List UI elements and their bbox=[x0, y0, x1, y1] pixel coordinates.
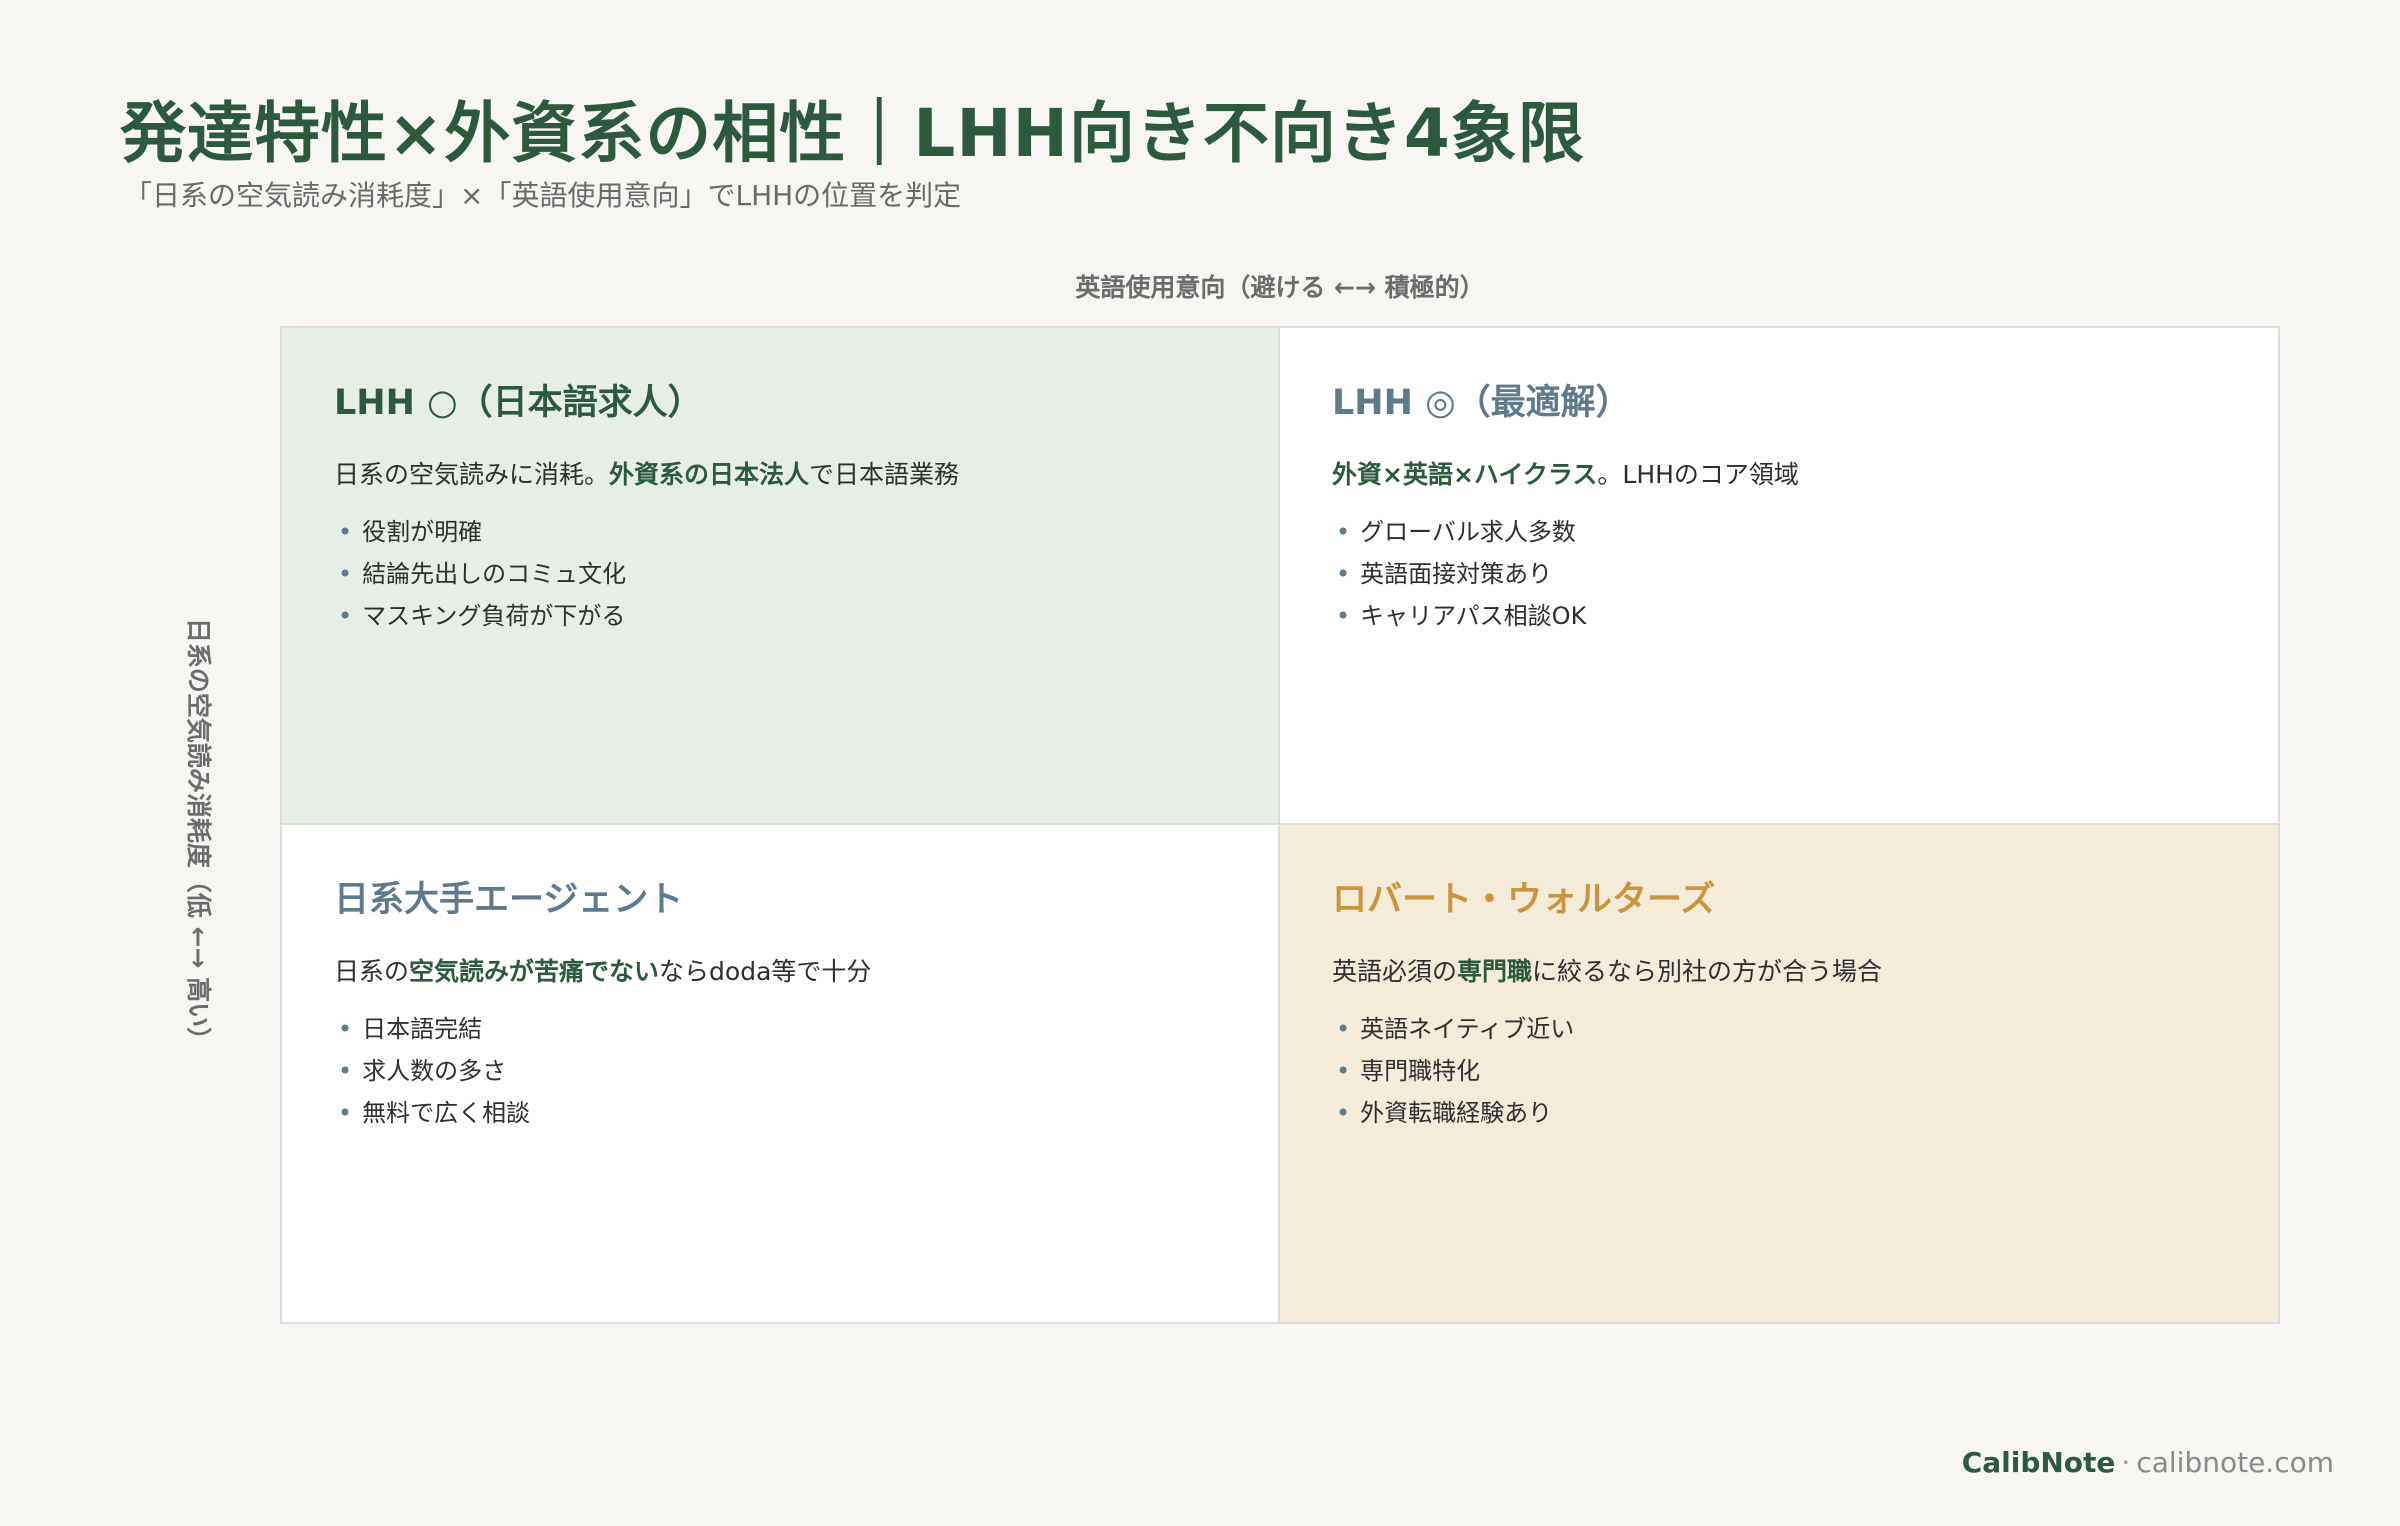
list-item: 英語面接対策あり bbox=[1332, 553, 2226, 595]
y-axis-label: 日系の空気読み消耗度（低 ←→ 高い） bbox=[184, 617, 213, 1053]
page-title: 発達特性×外資系の相性｜LHH向き不向き4象限 bbox=[120, 95, 1585, 172]
desc-text: 。LHHのコア領域 bbox=[1597, 460, 1799, 489]
quadrant-bottom-left: 日系大手エージェント 日系の空気読みが苦痛でないならdoda等で十分 日本語完結… bbox=[282, 825, 1280, 1322]
desc-highlight: 空気読みが苦痛でない bbox=[409, 957, 660, 986]
list-item: マスキング負荷が下がる bbox=[334, 595, 1226, 637]
desc-text: 英語必須の bbox=[1332, 957, 1458, 986]
quadrant-title: 日系大手エージェント bbox=[334, 880, 684, 920]
site-url: calibnote.com bbox=[2136, 1446, 2334, 1479]
desc-text: 日系の bbox=[334, 957, 410, 986]
desc-text: で日本語業務 bbox=[809, 460, 960, 489]
list-item: 無料で広く相談 bbox=[334, 1092, 1226, 1134]
list-item: 求人数の多さ bbox=[334, 1050, 1226, 1092]
brand-name: CalibNote bbox=[1961, 1446, 2116, 1479]
bullet-list: 英語ネイティブ近い 専門職特化 外資転職経験あり bbox=[1332, 1008, 2226, 1134]
desc-highlight: 外資系の日本法人 bbox=[609, 460, 810, 489]
separator: · bbox=[2121, 1446, 2131, 1479]
quadrant-description: 日系の空気読みが苦痛でないならdoda等で十分 bbox=[334, 952, 1226, 988]
list-item: グローバル求人多数 bbox=[1332, 511, 2226, 553]
quadrant-top-right: LHH ◎（最適解） 外資×英語×ハイクラス。LHHのコア領域 グローバル求人多… bbox=[1280, 328, 2278, 825]
bullet-list: 日本語完結 求人数の多さ 無料で広く相談 bbox=[334, 1008, 1226, 1134]
bullet-list: グローバル求人多数 英語面接対策あり キャリアパス相談OK bbox=[1332, 511, 2226, 637]
list-item: 日本語完結 bbox=[334, 1008, 1226, 1050]
list-item: 役割が明確 bbox=[334, 511, 1226, 553]
quadrant-title: LHH ◎（最適解） bbox=[1332, 383, 1631, 423]
desc-highlight: 外資×英語×ハイクラス bbox=[1332, 460, 1598, 489]
list-item: 外資転職経験あり bbox=[1332, 1092, 2226, 1134]
quadrant-top-left: LHH ○（日本語求人） 日系の空気読みに消耗。外資系の日本法人で日本語業務 役… bbox=[282, 328, 1280, 825]
list-item: 英語ネイティブ近い bbox=[1332, 1008, 2226, 1050]
page-subtitle: 「日系の空気読み消耗度」×「英語使用意向」でLHHの位置を判定 bbox=[124, 179, 962, 212]
x-axis-label: 英語使用意向（避ける ←→ 積極的） bbox=[1075, 273, 1485, 302]
list-item: 結論先出しのコミュ文化 bbox=[334, 553, 1226, 595]
quadrant-description: 日系の空気読みに消耗。外資系の日本法人で日本語業務 bbox=[334, 455, 1226, 491]
list-item: 専門職特化 bbox=[1332, 1050, 2226, 1092]
quadrant-bottom-right: ロバート・ウォルターズ 英語必須の専門職に絞るなら別社の方が合う場合 英語ネイテ… bbox=[1280, 825, 2278, 1322]
desc-highlight: 専門職 bbox=[1457, 957, 1533, 986]
quadrant-title: ロバート・ウォルターズ bbox=[1332, 880, 1716, 920]
bullet-list: 役割が明確 結論先出しのコミュ文化 マスキング負荷が下がる bbox=[334, 511, 1226, 637]
quadrant-grid: LHH ○（日本語求人） 日系の空気読みに消耗。外資系の日本法人で日本語業務 役… bbox=[280, 326, 2280, 1324]
quadrant-description: 外資×英語×ハイクラス。LHHのコア領域 bbox=[1332, 455, 2226, 491]
quadrant-description: 英語必須の専門職に絞るなら別社の方が合う場合 bbox=[1332, 952, 2226, 988]
quadrant-title: LHH ○（日本語求人） bbox=[334, 383, 703, 423]
desc-text: ならdoda等で十分 bbox=[659, 957, 872, 986]
list-item: キャリアパス相談OK bbox=[1332, 595, 2226, 637]
footer-credit: CalibNote · calibnote.com bbox=[1962, 1446, 2334, 1479]
desc-text: に絞るなら別社の方が合う場合 bbox=[1532, 957, 1883, 986]
desc-text: 日系の空気読みに消耗。 bbox=[334, 460, 610, 489]
